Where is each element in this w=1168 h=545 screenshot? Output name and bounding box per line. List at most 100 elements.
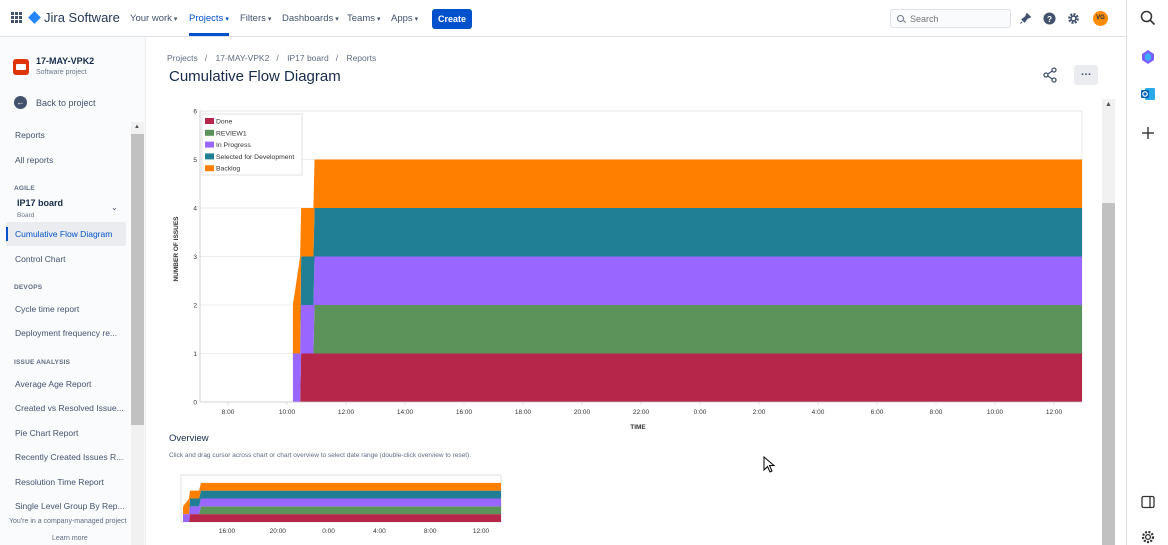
overview-title: Overview [169, 433, 209, 444]
settings-gear-icon[interactable] [1067, 12, 1080, 25]
learn-more-link[interactable]: Learn more [52, 535, 88, 542]
overview-x-tick-label: 4:00 [373, 528, 386, 535]
overview-chart: 16:00 20:00 0:00 4:00 8:00 12:00 [180, 474, 502, 535]
legend-swatch [205, 118, 214, 124]
svg-text:?: ? [1047, 14, 1052, 24]
create-button[interactable]: Create [432, 9, 472, 29]
overview-hint: Click and drag cursor across chart or ch… [169, 452, 472, 459]
y-tick-label: 0 [193, 400, 197, 407]
y-tick-label: 4 [193, 206, 197, 213]
sidebar-item-control-chart[interactable]: Control Chart [15, 254, 66, 264]
search-icon[interactable] [1140, 10, 1156, 26]
share-icon[interactable] [1040, 65, 1060, 85]
sidebar-item-resolution-time[interactable]: Resolution Time Report [15, 477, 104, 487]
nav-projects[interactable]: Projects ▾ [189, 13, 229, 36]
legend-swatch [205, 141, 214, 148]
nav-your-work[interactable]: Your work ▾ [130, 13, 177, 24]
add-icon[interactable] [1140, 125, 1156, 141]
main-scrollbar[interactable]: ▲ [1102, 99, 1115, 545]
sidebar-item-cycle-time[interactable]: Cycle time report [15, 304, 79, 314]
x-tick-label: 22:00 [633, 409, 650, 416]
y-tick-label: 1 [193, 351, 197, 358]
copilot-icon[interactable] [1140, 49, 1156, 65]
search-box[interactable] [890, 9, 1011, 28]
sidebar-item-deployment-frequency[interactable]: Deployment frequency re... [15, 328, 117, 338]
nav-apps[interactable]: Apps ▾ [391, 13, 418, 24]
nav-teams[interactable]: Teams ▾ [347, 13, 381, 24]
overview-area [183, 514, 501, 522]
area-review1 [292, 305, 1083, 402]
scroll-up-arrow-icon[interactable]: ▲ [1105, 101, 1112, 108]
nav-dashboards[interactable]: Dashboards ▾ [282, 13, 339, 24]
scroll-up-arrow-icon[interactable]: ▲ [134, 124, 140, 130]
sidebar-item-recently-created[interactable]: Recently Created Issues R... [15, 452, 123, 462]
breadcrumb: Projects / 17-MAY-VPK2 / IP17 board / Repor… [167, 53, 380, 63]
y-tick-label: 2 [193, 303, 197, 310]
search-input[interactable] [910, 13, 1005, 24]
chart-legend: Done REVIEW1 In Progress Selected for Devel… [201, 113, 303, 176]
x-tick-label: 12:00 [338, 409, 355, 416]
area-done [292, 353, 1083, 402]
legend-label: Done [216, 119, 232, 126]
y-tick-label: 6 [193, 109, 197, 116]
more-actions-button[interactable]: … [1074, 65, 1098, 85]
breadcrumb-board[interactable]: IP17 board [287, 53, 329, 63]
legend-label: REVIEW1 [216, 130, 247, 137]
x-tick-label: 12:00 [1046, 409, 1063, 416]
top-navigation: Jira Software Your work ▾ Projects ▾ Filte… [0, 0, 1126, 37]
sidebar-item-single-level-group[interactable]: Single Level Group By Rep... [15, 501, 125, 511]
sidebar-scrollbar[interactable]: ▲ [131, 122, 144, 545]
scrollbar-thumb[interactable] [1102, 203, 1115, 545]
project-name[interactable]: 17-MAY-VPK2 [36, 56, 94, 66]
chevron-down-icon: ▾ [225, 16, 229, 23]
user-avatar[interactable]: VG [1093, 11, 1108, 26]
chevron-down-icon: ▾ [335, 16, 339, 23]
breadcrumb-project[interactable]: 17-MAY-VPK2 [215, 53, 269, 63]
settings-gear-icon[interactable] [1140, 529, 1156, 545]
sidebar-toggle-icon[interactable] [1140, 494, 1156, 510]
sidebar-item-created-vs-resolved[interactable]: Created vs Resolved Issue... [15, 403, 124, 413]
back-label: Back to project [36, 97, 96, 108]
sidebar-item-pie-chart[interactable]: Pie Chart Report [15, 428, 78, 438]
breadcrumb-reports[interactable]: Reports [346, 53, 376, 63]
x-tick-label: 2:00 [753, 409, 766, 416]
legend-label: Backlog [216, 166, 240, 173]
outlook-icon[interactable] [1140, 86, 1156, 102]
company-managed-note: You're in a company-managed project [9, 518, 127, 525]
board-name[interactable]: IP17 board [17, 198, 63, 208]
area-backlog [292, 159, 1083, 354]
overview-x-tick-label: 12:00 [473, 528, 490, 535]
nav-filters[interactable]: Filters ▾ [240, 13, 271, 24]
x-tick-label: 16:00 [456, 409, 473, 416]
notifications-icon[interactable] [1019, 12, 1032, 25]
chevron-down-icon: ▾ [376, 16, 381, 23]
help-icon[interactable]: ? [1043, 12, 1056, 25]
devops-heading: DEVOPS [14, 284, 43, 291]
overview-area [183, 482, 501, 515]
legend-label: Selected for Development [216, 154, 294, 161]
legend-swatch [205, 165, 214, 172]
plot-area [199, 110, 1083, 403]
jira-logo[interactable]: Jira Software [28, 10, 120, 25]
overview-x-tick-label: 8:00 [424, 528, 437, 535]
sidebar-item-all-reports[interactable]: All reports [15, 155, 53, 165]
overview-x-tick-label: 20:00 [270, 528, 287, 535]
x-tick-label: 14:00 [397, 409, 414, 416]
legend-swatch [205, 129, 214, 136]
sidebar-item-cumulative-flow[interactable]: Cumulative Flow Diagram [6, 222, 126, 246]
app-name: Jira Software [44, 10, 120, 25]
overview-x-tick-label: 0:00 [322, 528, 335, 535]
app-switcher-icon[interactable] [11, 12, 22, 23]
back-to-project-link[interactable]: ← Back to project [14, 96, 96, 109]
area-in-progress [292, 256, 1083, 402]
chevron-down-icon[interactable]: ⌄ [111, 203, 118, 212]
chart-axes: 0 1 2 3 4 5 6 8:00 10:00 12:00 14:00 16:00 18:00 20:0… [173, 109, 1082, 431]
overview-plot-area [180, 474, 502, 523]
sidebar-item-average-age[interactable]: Average Age Report [15, 379, 91, 389]
breadcrumb-projects[interactable]: Projects [167, 53, 198, 63]
agile-heading: AGILE [14, 185, 35, 192]
x-tick-label: 10:00 [279, 409, 296, 416]
issue-analysis-heading: ISSUE ANALYSIS [14, 359, 71, 366]
scrollbar-thumb[interactable] [131, 134, 144, 425]
jira-diamond-icon [28, 11, 41, 24]
